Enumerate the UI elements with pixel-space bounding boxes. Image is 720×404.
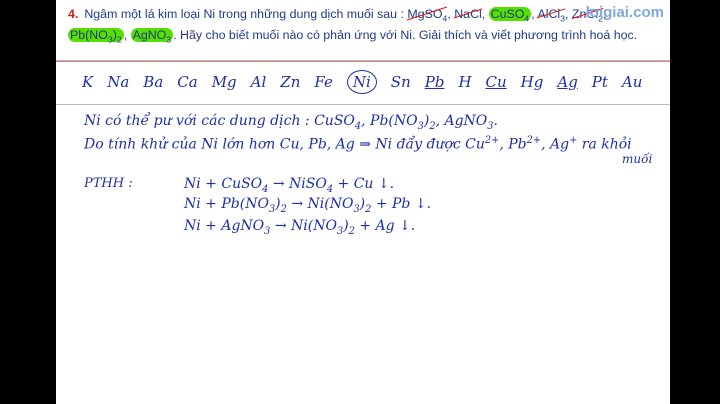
series-item: Ca [177, 73, 198, 91]
salt-mgso4: MgSO4 [407, 7, 448, 24]
series-item-underlined: Pb [424, 73, 445, 91]
question-text-after: Hãy cho biết muối nào có phản ứng với Ni… [180, 28, 638, 43]
equation-2: Ni + Pb(NO3)2 → Ni(NO3)2 + Pb ↓. [184, 196, 432, 215]
series-item: Hg [520, 73, 544, 91]
notebook-page: 4. Ngâm một lá kim loại Ni trong những du… [56, 0, 670, 404]
pthh-label: PTHH : [84, 176, 133, 191]
series-item: H [458, 73, 472, 91]
salt-pbno32: Pb(NO3)2 [68, 28, 124, 45]
watermark: loigiai.com [585, 4, 664, 21]
question-block: 4. Ngâm một lá kim loại Ni trong những du… [68, 7, 638, 45]
activity-series: K Na Ba Ca Mg Al Zn Fe Ni Sn Pb H Cu Hg Ag Pt Au [82, 70, 656, 94]
equation-3: Ni + AgNO3 → Ni(NO3)2 + Ag ↓. [184, 218, 416, 237]
equation-1: Ni + CuSO4 → NiSO4 + Cu ↓. [184, 176, 395, 195]
salt-agno3: AgNO3 [130, 28, 174, 45]
divider [56, 61, 670, 62]
answer-line-2: Do tính khử của Ni lớn hơn Cu, Pb, Ag ⇒ … [84, 135, 632, 153]
question-number: 4. [68, 7, 79, 21]
series-item: K [82, 73, 94, 91]
answer-line-1: Ni có thể pư với các dung dịch : CuSO4, … [84, 113, 498, 132]
salt-nacl: NaCl [454, 7, 482, 21]
series-item: Mg [211, 73, 237, 91]
answer-line-2-end: muối [622, 152, 653, 166]
series-item: Al [250, 73, 267, 91]
series-item-circled: Ni [346, 70, 377, 94]
divider [56, 104, 670, 105]
series-item: Au [621, 73, 643, 91]
series-item: Fe [314, 73, 333, 91]
series-item-underlined: Cu [485, 73, 507, 91]
salt-cuso4: CuSO4 [488, 7, 532, 24]
series-item: Sn [390, 73, 411, 91]
question-text-before: Ngâm một lá kim loại Ni trong những dung… [84, 7, 408, 21]
series-item: Ba [143, 73, 164, 91]
series-item: Zn [280, 73, 301, 91]
salt-alcl3: AlCl3 [537, 7, 565, 24]
series-item: Pt [591, 73, 608, 91]
series-item-underlined: Ag [557, 73, 578, 91]
series-item: Na [107, 73, 130, 91]
